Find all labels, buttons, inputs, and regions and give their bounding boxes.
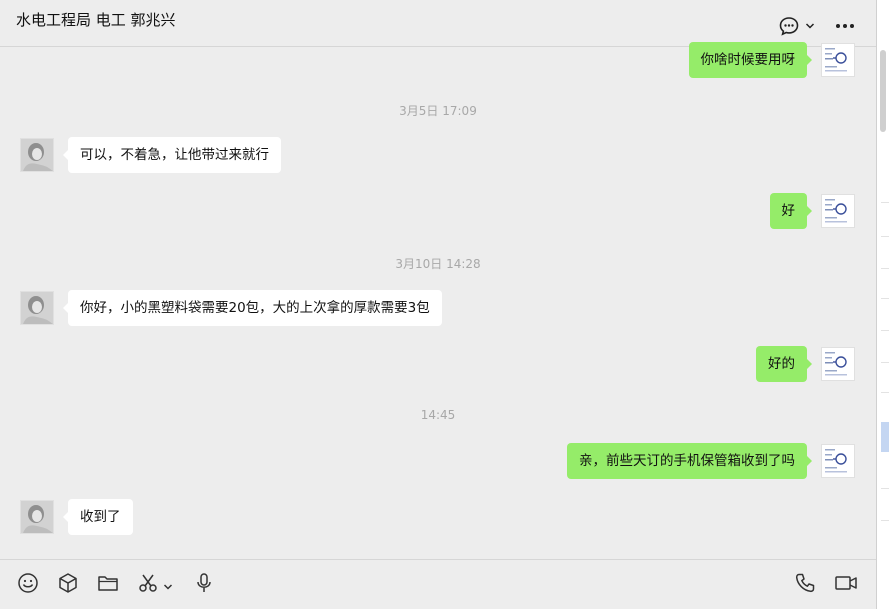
message-row: 你啥时候要用呀 [0,42,876,78]
timestamp: 14:45 [420,408,456,422]
send-file-button[interactable] [97,573,119,597]
divider [881,392,889,393]
favorites-button[interactable] [57,573,79,597]
message-row: 亲，前些天订的手机保管箱收到了吗 [0,443,876,479]
timestamp: 3月5日 17:09 [399,104,477,118]
avatar[interactable] [821,347,855,381]
emoji-button[interactable] [17,573,39,597]
message-row: 好的 [0,346,876,382]
selected-row [881,422,889,452]
voice-call-button[interactable] [794,573,816,597]
video-camera-icon [834,573,858,597]
message-list[interactable]: 你啥时候要用呀 3月5日 17:09 可以，不着急，让他带过来就行 好 3月10… [0,42,876,558]
message-row: 好 [0,193,876,229]
chat-title: 水电工程局 电工 郭兆兴 [16,11,176,29]
emoji-icon [17,572,39,598]
chevron-down-icon [163,576,173,595]
folder-icon [97,573,119,597]
divider [881,202,889,203]
message-bubble-in[interactable]: 你好，小的黑塑料袋需要20包，大的上次拿的厚款需要3包 [63,290,442,326]
input-toolbar [0,559,876,609]
background-window-edge [876,0,889,609]
chat-window: 水电工程局 电工 郭兆兴 你啥时候要用呀 3月5日 17:09 可以，不着急，让… [0,0,876,609]
avatar[interactable] [821,43,855,77]
avatar[interactable] [821,444,855,478]
avatar[interactable] [20,291,54,325]
message-bubble-in[interactable]: 可以，不着急，让他带过来就行 [63,137,281,173]
message-bubble-out[interactable]: 你啥时候要用呀 [688,42,812,78]
avatar[interactable] [20,500,54,534]
voice-input-button[interactable] [194,573,214,597]
divider [881,298,889,299]
divider [881,520,889,521]
chevron-down-icon [805,22,815,30]
microphone-icon [194,572,214,598]
message-row: 收到了 [0,499,876,535]
message-bubble-out[interactable]: 好 [769,193,812,229]
avatar[interactable] [821,194,855,228]
chat-header: 水电工程局 电工 郭兆兴 [0,0,876,47]
divider [881,268,889,269]
message-bubble-in[interactable]: 收到了 [63,499,133,535]
more-button[interactable] [835,14,855,38]
speech-bubble-icon [779,16,799,36]
phone-icon [794,572,816,598]
message-bubble-out[interactable]: 好的 [756,346,812,382]
screenshot-button[interactable] [137,573,173,597]
video-call-button[interactable] [834,573,858,597]
divider [881,236,889,237]
divider [881,362,889,363]
message-bubble-out[interactable]: 亲，前些天订的手机保管箱收到了吗 [567,443,812,479]
more-dots-icon [835,23,855,29]
avatar[interactable] [20,138,54,172]
message-row: 可以，不着急，让他带过来就行 [0,137,876,173]
divider [881,488,889,489]
divider [881,330,889,331]
chat-options-button[interactable] [779,14,815,38]
timestamp: 3月10日 14:28 [395,257,481,271]
scissors-icon [137,572,159,598]
message-row: 你好，小的黑塑料袋需要20包，大的上次拿的厚款需要3包 [0,290,876,326]
scrollbar-thumb[interactable] [880,50,886,132]
cube-icon [57,572,79,598]
